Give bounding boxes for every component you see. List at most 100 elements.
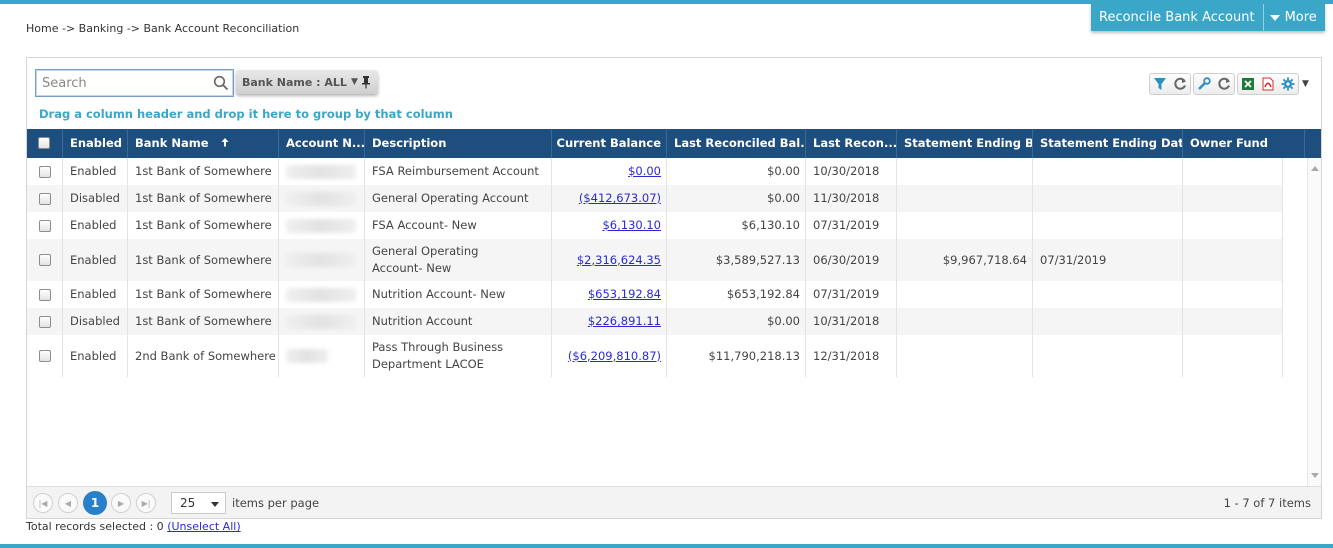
redacted-account-number (286, 218, 356, 233)
last-page-icon[interactable]: ▶| (136, 493, 156, 513)
column-header-last-reconciled-balance[interactable]: Last Reconciled Bal... (667, 129, 806, 158)
cell-account-number (279, 335, 365, 377)
cell-last-reconciled-date: 10/31/2018 (806, 308, 897, 335)
column-header-last-reconciled-date[interactable]: Last Recon... (806, 129, 897, 158)
cell-bank-name: 1st Bank of Somewhere (128, 185, 279, 212)
select-all-checkbox[interactable] (38, 137, 50, 149)
cell-owner-fund (1183, 185, 1283, 212)
scroll-up-icon[interactable] (1311, 166, 1319, 171)
search-icon[interactable] (213, 75, 229, 91)
vertical-scrollbar[interactable] (1307, 158, 1321, 486)
current-balance-link[interactable]: ($412,673.07) (579, 190, 661, 207)
row-select-cell (27, 239, 63, 281)
breadcrumb-home[interactable]: Home (26, 22, 58, 35)
column-header-statement-ending-date[interactable]: Statement Ending Date (1033, 129, 1183, 158)
cell-statement-ending-date (1033, 308, 1183, 335)
cell-enabled: Disabled (63, 185, 128, 212)
group-by-drop-zone[interactable]: Drag a column header and drop it here to… (39, 107, 453, 121)
table-row[interactable]: Enabled 1st Bank of Somewhere Nutrition … (27, 281, 1283, 308)
breadcrumb-banking[interactable]: Banking (79, 22, 124, 35)
breadcrumb: Home -> Banking -> Bank Account Reconcil… (26, 22, 299, 35)
search-input[interactable] (40, 71, 210, 95)
column-header-bank-name[interactable]: Bank Name (128, 129, 279, 158)
cell-current-balance: ($412,673.07) (552, 185, 667, 212)
cell-last-reconciled-balance: $0.00 (667, 308, 806, 335)
first-page-icon[interactable]: |◀ (33, 493, 53, 513)
total-records-text: Total records selected : 0 (26, 520, 164, 533)
current-balance-link[interactable]: $0.00 (628, 163, 661, 180)
column-header-statement-ending-balance[interactable]: Statement Ending B... (897, 129, 1033, 158)
current-balance-link[interactable]: $653,192.84 (588, 286, 661, 303)
row-checkbox[interactable] (38, 254, 51, 266)
scroll-down-icon[interactable] (1311, 473, 1319, 478)
cell-enabled: Enabled (63, 212, 128, 239)
reset-columns-icon[interactable] (1214, 74, 1234, 94)
table-row[interactable]: Enabled 2nd Bank of Somewhere Pass Throu… (27, 335, 1283, 377)
chevron-down-icon (211, 502, 219, 507)
page-size-select[interactable]: 25 (171, 492, 226, 514)
bank-name-filter-label: Bank Name : ALL (242, 75, 347, 89)
cell-statement-ending-balance: $9,967,718.64 (897, 239, 1033, 281)
excel-export-icon[interactable] (1238, 74, 1258, 94)
cell-current-balance: $226,891.11 (552, 308, 667, 335)
row-checkbox[interactable] (38, 165, 51, 178)
table-row[interactable]: Disabled 1st Bank of Somewhere General O… (27, 185, 1283, 212)
row-checkbox[interactable] (38, 350, 51, 362)
pin-icon[interactable] (360, 75, 372, 89)
cell-last-reconciled-balance: $0.00 (667, 158, 806, 185)
next-page-icon[interactable]: ▶ (111, 493, 131, 513)
cell-account-number (279, 281, 365, 308)
settings-caret-icon[interactable]: ▼ (1302, 79, 1309, 89)
redacted-account-number (286, 287, 356, 302)
row-select-cell (27, 212, 63, 239)
cell-current-balance: $6,130.10 (552, 212, 667, 239)
gear-icon[interactable] (1278, 74, 1298, 94)
current-balance-link[interactable]: ($6,209,810.87) (568, 348, 661, 365)
cell-last-reconciled-balance: $0.00 (667, 185, 806, 212)
search-box[interactable] (35, 69, 234, 97)
pdf-export-icon[interactable] (1258, 74, 1278, 94)
redacted-account-number (286, 164, 356, 179)
current-balance-link[interactable]: $6,130.10 (602, 217, 661, 234)
row-checkbox[interactable] (38, 315, 51, 328)
previous-page-icon[interactable]: ◀ (58, 493, 78, 513)
filter-icon[interactable] (1150, 74, 1170, 94)
cell-enabled: Enabled (63, 281, 128, 308)
table-row[interactable]: Enabled 1st Bank of Somewhere FSA Accoun… (27, 212, 1283, 239)
column-header-description[interactable]: Description (365, 129, 552, 158)
column-header-owner-fund[interactable]: Owner Fund (1183, 129, 1305, 158)
column-header-current-balance[interactable]: Current Balance (552, 129, 667, 158)
cell-last-reconciled-date: 11/30/2018 (806, 185, 897, 212)
column-header-enabled[interactable]: Enabled (63, 129, 128, 158)
row-checkbox[interactable] (38, 219, 51, 232)
table-row[interactable]: Disabled 1st Bank of Somewhere Nutrition… (27, 308, 1283, 335)
cell-owner-fund (1183, 158, 1283, 185)
row-checkbox[interactable] (38, 192, 51, 205)
wrench-icon[interactable] (1194, 74, 1214, 94)
header-select-all-cell (27, 129, 63, 158)
bank-name-filter-chip[interactable]: Bank Name : ALL ▼ (236, 70, 378, 94)
cell-current-balance: $2,316,624.35 (552, 239, 667, 281)
table-row[interactable]: Enabled 1st Bank of Somewhere FSA Reimbu… (27, 158, 1283, 185)
row-checkbox[interactable] (38, 288, 51, 301)
current-balance-link[interactable]: $2,316,624.35 (577, 252, 661, 269)
table-row[interactable]: Enabled 1st Bank of Somewhere General Op… (27, 239, 1283, 281)
cell-bank-name: 1st Bank of Somewhere (128, 158, 279, 185)
dropdown-arrow-icon[interactable]: ▼ (351, 77, 358, 87)
current-page-button[interactable]: 1 (83, 491, 107, 515)
current-balance-link[interactable]: $226,891.11 (588, 313, 661, 330)
cell-statement-ending-balance (897, 212, 1033, 239)
reconcile-bank-account-button[interactable]: Reconcile Bank Account (1091, 4, 1263, 31)
sort-ascending-icon (221, 138, 229, 147)
cell-statement-ending-balance (897, 281, 1033, 308)
reset-filter-icon[interactable] (1170, 74, 1190, 94)
column-header-bank-name-label: Bank Name (135, 136, 209, 150)
column-header-account-number[interactable]: Account N... (279, 129, 365, 158)
cell-description: FSA Reimbursement Account (365, 158, 552, 185)
cell-statement-ending-date (1033, 158, 1183, 185)
cell-last-reconciled-balance: $6,130.10 (667, 212, 806, 239)
cell-description: Nutrition Account- New (365, 281, 552, 308)
cell-bank-name: 2nd Bank of Somewhere (128, 335, 279, 377)
more-button[interactable]: More (1262, 4, 1325, 31)
unselect-all-link[interactable]: (Unselect All) (167, 520, 240, 533)
